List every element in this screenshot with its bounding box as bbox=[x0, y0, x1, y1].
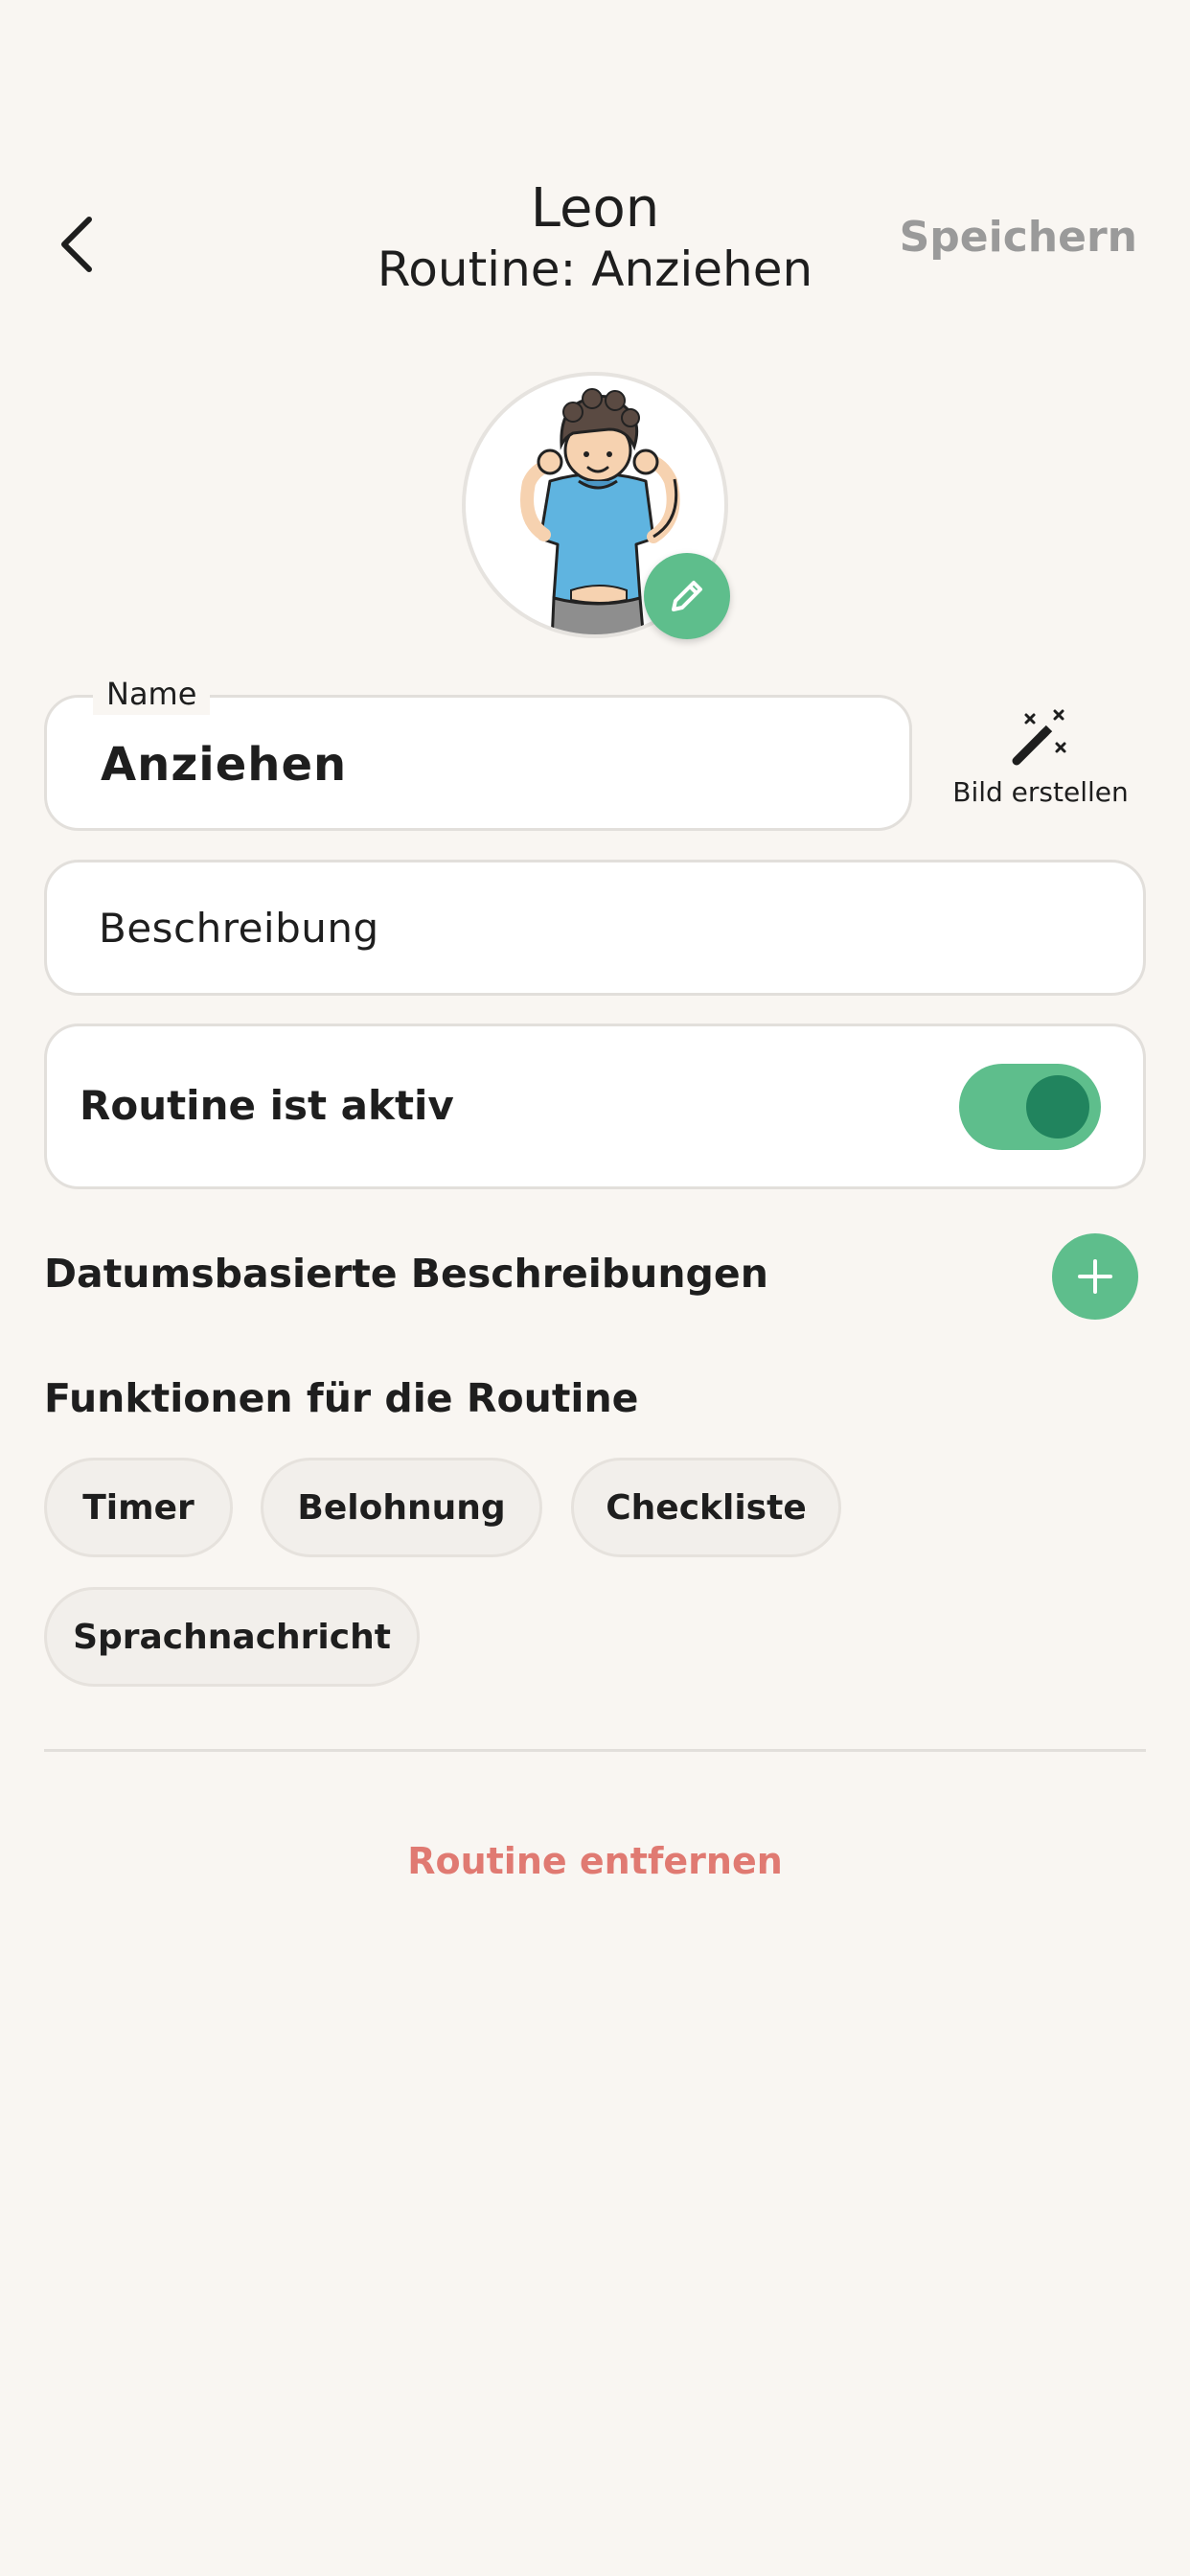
edit-avatar-button[interactable] bbox=[644, 553, 730, 639]
chevron-left-icon bbox=[61, 217, 92, 272]
routine-active-label: Routine ist aktiv bbox=[80, 1082, 454, 1129]
date-descriptions-title: Datumsbasierte Beschreibungen bbox=[44, 1251, 768, 1297]
description-field[interactable]: Beschreibung bbox=[44, 860, 1146, 996]
divider bbox=[44, 1749, 1146, 1752]
routine-title: Routine: Anziehen bbox=[377, 242, 813, 297]
plus-icon bbox=[1078, 1259, 1112, 1294]
chip-checkliste[interactable]: Checkliste bbox=[571, 1458, 841, 1557]
back-button[interactable] bbox=[44, 201, 111, 288]
header-titles: Leon Routine: Anziehen bbox=[287, 178, 903, 299]
name-field[interactable]: Name Anziehen bbox=[44, 673, 912, 831]
remove-routine-button[interactable]: Routine entfernen bbox=[0, 1840, 1190, 1882]
pencil-icon bbox=[672, 581, 702, 611]
save-button[interactable]: Speichern bbox=[900, 213, 1137, 262]
add-date-description-button[interactable] bbox=[1052, 1233, 1138, 1320]
magic-wand-icon bbox=[1012, 709, 1066, 766]
create-image-button[interactable]: Bild erstellen bbox=[939, 709, 1142, 824]
name-field-value: Anziehen bbox=[101, 738, 348, 792]
description-placeholder: Beschreibung bbox=[99, 904, 379, 952]
chip-belohnung[interactable]: Belohnung bbox=[261, 1458, 542, 1557]
chip-sprachnachricht[interactable]: Sprachnachricht bbox=[44, 1587, 420, 1687]
routine-active-card: Routine ist aktiv bbox=[44, 1024, 1146, 1189]
child-name: Leon bbox=[530, 177, 660, 240]
functions-title: Funktionen für die Routine bbox=[44, 1375, 639, 1421]
create-image-label: Bild erstellen bbox=[952, 776, 1129, 808]
chip-timer[interactable]: Timer bbox=[44, 1458, 233, 1557]
toggle-knob bbox=[1026, 1075, 1089, 1138]
name-field-label: Name bbox=[93, 673, 211, 715]
routine-active-toggle[interactable] bbox=[959, 1064, 1101, 1150]
